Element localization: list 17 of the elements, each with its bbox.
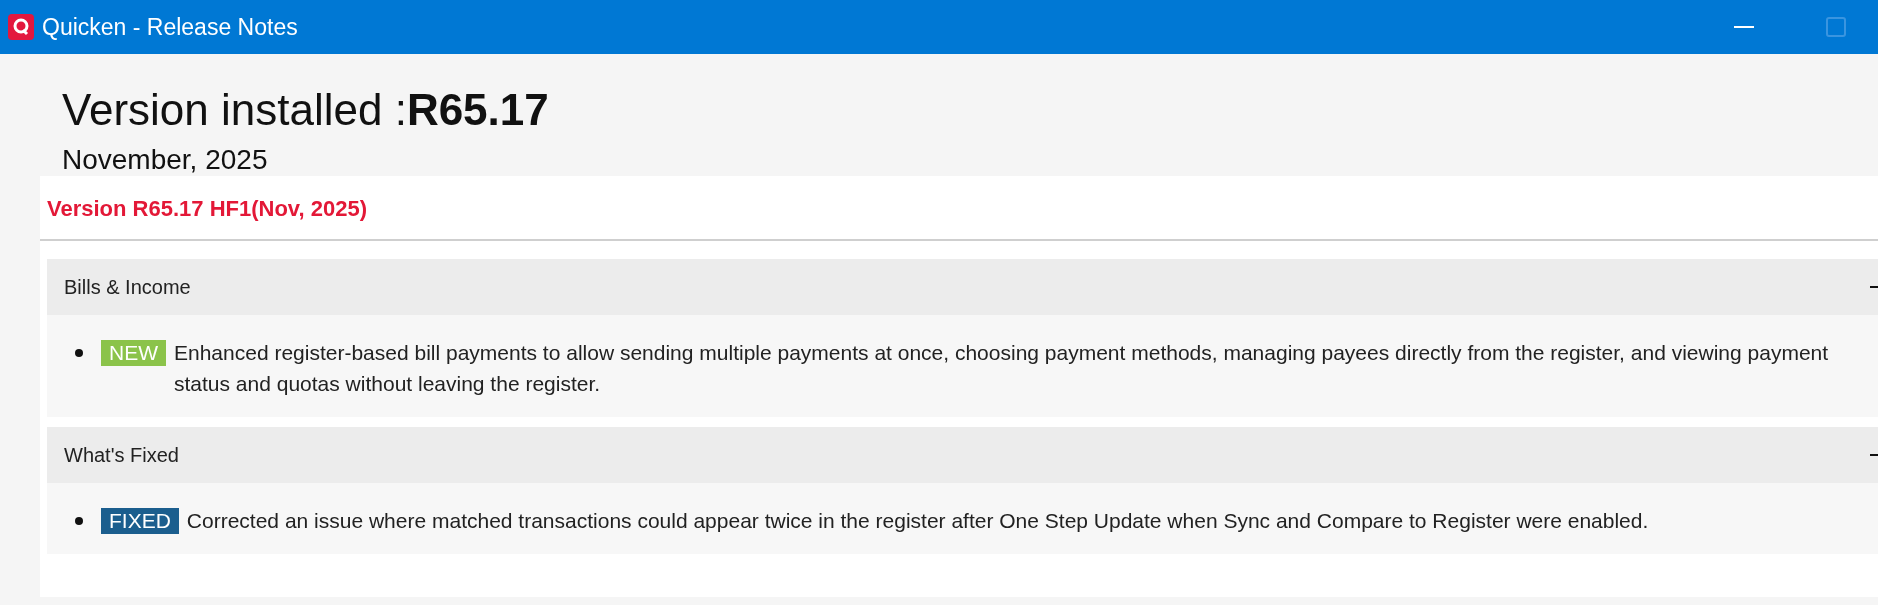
app-logo-icon <box>8 14 34 40</box>
window-title: Quicken - Release Notes <box>42 12 298 42</box>
note-text: Enhanced register-based bill payments to allow sending multiple payments at once, choosing payment methods, managing payees directly from the register, and viewing payment status and quotas without leaving the register. <box>174 340 1830 398</box>
status-badge: FIXED <box>101 508 179 535</box>
version-heading: Version installed :R65.17 <box>62 84 550 136</box>
release-date: November, 2025 <box>62 142 269 177</box>
section-title: What's Fixed <box>64 443 179 469</box>
section-header[interactable]: What's Fixed <box>47 427 1878 484</box>
bullet-icon <box>75 517 83 526</box>
note-text: Corrected an issue where matched transactions could appear twice in the register after One Step Update when Sync and Compare to Register were enabled. <box>186 508 1650 535</box>
release-title: Version R65.17 HF1(Nov, 2025) <box>47 196 367 222</box>
section-title: Bills & Income <box>64 275 191 301</box>
collapse-icon[interactable] <box>1870 286 1878 289</box>
bullet-icon <box>75 349 83 358</box>
section-header[interactable]: Bills & Income <box>47 259 1878 316</box>
status-badge: NEW <box>101 340 166 367</box>
collapse-icon[interactable] <box>1870 454 1878 457</box>
